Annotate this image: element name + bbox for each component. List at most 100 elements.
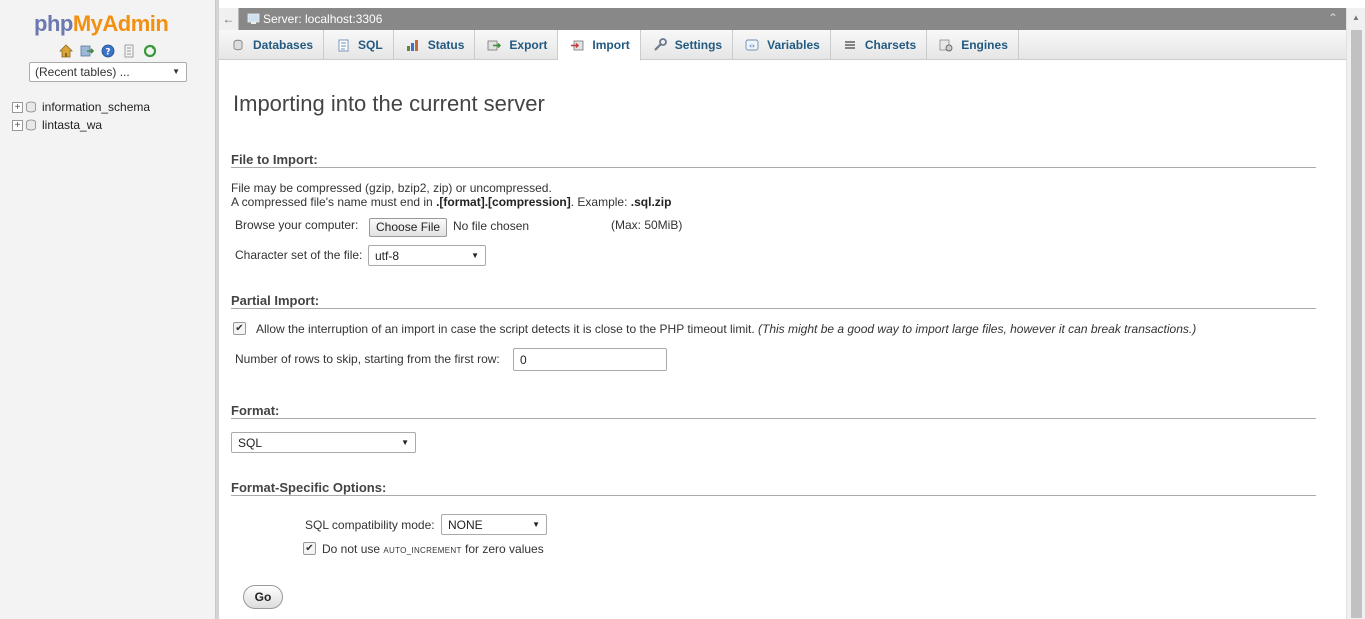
scrollbar-thumb[interactable]: [1351, 30, 1362, 618]
section-divider: [231, 308, 1316, 309]
sql-icon: [336, 38, 350, 52]
collapse-icon[interactable]: ⌃: [1328, 11, 1338, 25]
server-breadcrumb-bar: ← Server: localhost:3306 ⌃: [219, 8, 1346, 30]
choose-file-button[interactable]: Choose File: [369, 218, 448, 237]
tab-settings[interactable]: Settings: [641, 30, 734, 60]
tab-status[interactable]: Status: [394, 30, 476, 60]
expand-icon[interactable]: +: [12, 119, 23, 131]
reload-icon[interactable]: [142, 43, 158, 59]
tab-label: Import: [592, 38, 630, 52]
tab-label: Charsets: [864, 38, 917, 52]
tab-label: Status: [427, 38, 465, 52]
navigation-sidebar: phpMyAdmin ? (Recent tables) ... ▼ + inf…: [0, 0, 216, 619]
tree-item-information-schema[interactable]: + information_schema: [12, 98, 150, 116]
no-file-chosen-text: No file chosen: [453, 219, 530, 233]
section-divider: [231, 167, 1316, 168]
logo-admin: Admin: [102, 11, 169, 36]
tab-variables[interactable]: ‹› Variables: [733, 30, 831, 60]
chevron-down-icon: ▼: [401, 438, 409, 447]
logo-my: My: [72, 11, 103, 36]
help-icon[interactable]: ?: [100, 43, 116, 59]
tab-charsets[interactable]: Charsets: [831, 30, 928, 60]
partial-import-legend: Partial Import:: [231, 293, 320, 308]
logout-icon[interactable]: [79, 43, 95, 59]
allow-interrupt-checkbox[interactable]: ✔: [233, 322, 246, 335]
max-upload-size: (Max: 50MiB): [611, 218, 683, 232]
no-auto-inc-prefix: Do not use: [322, 542, 381, 556]
hint-prefix: A compressed file's name must end in: [231, 195, 437, 209]
status-icon: [406, 38, 420, 52]
no-auto-inc-suffix: for zero values: [465, 542, 544, 556]
database-name[interactable]: lintasta_wa: [42, 118, 102, 132]
no-auto-increment-label[interactable]: Do not use AUTO_INCREMENT for zero value…: [322, 542, 544, 556]
settings-icon: [653, 38, 667, 52]
expand-icon[interactable]: +: [12, 101, 23, 113]
file-to-import-legend: File to Import:: [231, 152, 318, 167]
format-legend: Format:: [231, 403, 280, 418]
tab-label: Engines: [961, 38, 1008, 52]
svg-text:‹›: ‹›: [749, 42, 755, 50]
tab-export[interactable]: Export: [475, 30, 559, 60]
tab-databases[interactable]: Databases: [219, 30, 325, 60]
chevron-down-icon: ▼: [172, 67, 180, 76]
hint-example: .sql.zip: [630, 195, 672, 209]
sql-compat-value: NONE: [448, 518, 483, 532]
import-icon: [570, 38, 584, 52]
database-icon: [231, 38, 245, 52]
scroll-up-icon[interactable]: ▲: [1352, 13, 1360, 22]
sql-compat-select[interactable]: NONE ▼: [441, 514, 547, 535]
tab-label: Variables: [767, 38, 820, 52]
compression-info: File may be compressed (gzip, bzip2, zip…: [231, 181, 552, 195]
charset-label: Character set of the file:: [235, 248, 363, 262]
docs-icon[interactable]: [121, 43, 137, 59]
compression-naming-hint: A compressed file's name must end in .[f…: [231, 195, 671, 209]
database-name[interactable]: information_schema: [42, 100, 150, 114]
server-tabs: Databases SQL Status Export Import Setti…: [219, 30, 1346, 61]
tab-label: Export: [509, 38, 548, 52]
go-button[interactable]: Go: [243, 585, 283, 609]
back-arrow-icon[interactable]: ←: [219, 8, 239, 30]
server-title[interactable]: Server: localhost:3306: [263, 12, 382, 26]
tab-import[interactable]: Import: [558, 30, 641, 61]
database-tree: + information_schema + lintasta_wa: [12, 98, 150, 134]
format-select[interactable]: SQL ▼: [231, 432, 416, 453]
home-icon[interactable]: [58, 43, 74, 59]
tab-label: Databases: [253, 38, 314, 52]
vertical-scrollbar[interactable]: ▲: [1346, 8, 1365, 619]
logo-php: php: [34, 11, 73, 36]
tab-sql[interactable]: SQL: [324, 30, 394, 60]
sql-compat-label: SQL compatibility mode:: [305, 518, 435, 532]
skip-rows-input[interactable]: [513, 348, 667, 371]
tab-label: Settings: [674, 38, 723, 52]
hint-format: .[format].[compression]: [436, 195, 571, 209]
charset-select[interactable]: utf-8 ▼: [368, 245, 486, 266]
chevron-down-icon: ▼: [471, 251, 479, 260]
tab-engines[interactable]: Engines: [927, 30, 1019, 60]
export-icon: [487, 38, 502, 52]
section-divider: [231, 495, 1316, 496]
charsets-icon: [843, 38, 857, 52]
recent-tables-select[interactable]: (Recent tables) ... ▼: [29, 62, 187, 82]
tree-item-lintasta-wa[interactable]: + lintasta_wa: [12, 116, 150, 134]
variables-icon: ‹›: [745, 38, 759, 52]
page-title: Importing into the current server: [233, 91, 545, 116]
database-icon: [25, 119, 37, 131]
section-divider: [231, 418, 1316, 419]
recent-tables-value: (Recent tables) ...: [35, 65, 130, 79]
database-icon: [25, 101, 37, 113]
phpmyadmin-logo[interactable]: phpMyAdmin: [34, 11, 169, 37]
tab-label: SQL: [358, 38, 383, 52]
no-auto-increment-checkbox[interactable]: ✔: [303, 542, 316, 555]
hint-mid: . Example:: [570, 195, 631, 209]
allow-interrupt-label[interactable]: Allow the interruption of an import in c…: [256, 322, 1196, 336]
quick-links: ?: [58, 43, 158, 59]
format-options-legend: Format-Specific Options:: [231, 480, 387, 495]
skip-rows-label: Number of rows to skip, starting from th…: [235, 352, 500, 366]
engines-icon: [939, 38, 953, 52]
browse-label: Browse your computer:: [235, 218, 359, 232]
allow-interrupt-note: (This might be a good way to import larg…: [758, 322, 1197, 336]
allow-interrupt-text: Allow the interruption of an import in c…: [256, 322, 755, 336]
format-value: SQL: [238, 436, 263, 450]
charset-value: utf-8: [375, 249, 400, 263]
chevron-down-icon: ▼: [532, 520, 540, 529]
